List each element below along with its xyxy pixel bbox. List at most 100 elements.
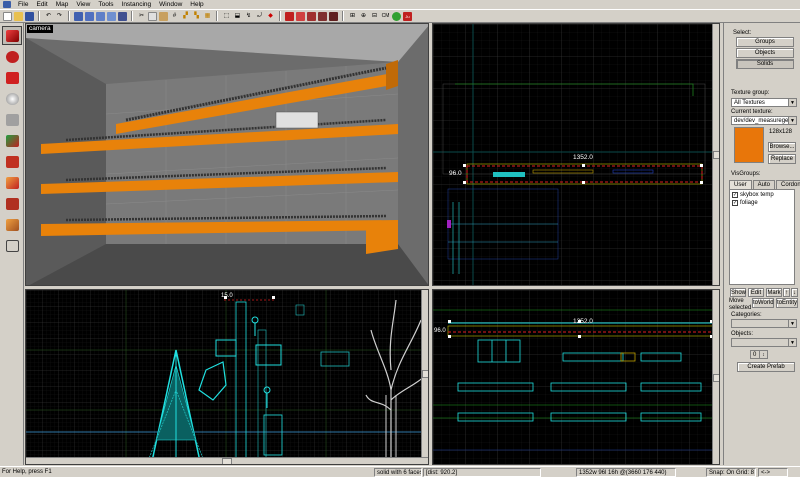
vertex-tool[interactable] bbox=[2, 215, 22, 234]
map-properties-icon[interactable]: ⊟ bbox=[370, 12, 379, 21]
path-tool[interactable] bbox=[2, 236, 22, 255]
cut-icon[interactable]: ✂ bbox=[137, 12, 146, 21]
show-button[interactable]: Show bbox=[730, 288, 746, 297]
tie-to-entity-icon[interactable] bbox=[118, 11, 127, 21]
render-solid-icon[interactable] bbox=[285, 11, 294, 21]
block-tool[interactable] bbox=[2, 110, 22, 129]
decal-tool[interactable] bbox=[2, 173, 22, 192]
top-width-label: 1352.0 bbox=[573, 154, 593, 161]
menu-edit[interactable]: Edit bbox=[32, 0, 51, 9]
carve-icon[interactable] bbox=[74, 11, 83, 21]
tab-cordon[interactable]: Cordon bbox=[776, 180, 800, 189]
flip-icon[interactable]: ↯ bbox=[244, 12, 253, 21]
render-outline-icon[interactable] bbox=[329, 11, 338, 21]
snap-icon[interactable]: ▞ bbox=[181, 12, 190, 21]
prefab-count-spinner[interactable]: 0 ↕ bbox=[750, 350, 768, 359]
clipping-tool[interactable] bbox=[2, 194, 22, 213]
texture-group-select[interactable]: All Textures ▼ bbox=[731, 98, 797, 107]
side-view-grid bbox=[26, 290, 428, 464]
side-viewport-vscroll[interactable] bbox=[421, 290, 428, 457]
menu-view[interactable]: View bbox=[72, 0, 94, 9]
tab-user[interactable]: User bbox=[729, 180, 752, 189]
visible-checkbox[interactable]: ✓ bbox=[732, 200, 738, 206]
scroll-thumb[interactable] bbox=[713, 374, 719, 382]
wireframe-icon[interactable]: ⬚ bbox=[222, 12, 231, 21]
scroll-thumb[interactable] bbox=[422, 370, 428, 378]
front-viewport-vscroll[interactable] bbox=[712, 290, 719, 464]
entity-tool[interactable] bbox=[2, 89, 22, 108]
entity-report-icon[interactable]: ⊞ bbox=[348, 12, 357, 21]
camera-scene bbox=[26, 24, 428, 285]
solids-button[interactable]: Solids bbox=[736, 59, 794, 69]
to-world-button[interactable]: toWorld bbox=[752, 298, 774, 308]
compile-icon[interactable] bbox=[392, 11, 401, 21]
camera-tool[interactable] bbox=[2, 68, 22, 87]
camera-viewport[interactable]: camera bbox=[25, 23, 429, 286]
current-texture-select[interactable]: dev/dev_measuregene ▼ bbox=[731, 116, 797, 125]
browse-button[interactable]: Browse... bbox=[768, 142, 796, 152]
create-prefab-button[interactable]: Create Prefab bbox=[737, 362, 795, 372]
scroll-thumb[interactable] bbox=[222, 458, 232, 464]
toolbar-separator bbox=[68, 11, 70, 21]
texture-lock-icon[interactable]: ▚ bbox=[192, 12, 201, 21]
side-viewport[interactable]: 15.0 bbox=[25, 289, 429, 465]
ungroup-icon[interactable] bbox=[96, 11, 105, 21]
to-entity-button[interactable]: toEntity bbox=[776, 298, 798, 308]
render-textured-icon[interactable] bbox=[296, 11, 305, 21]
objects-select[interactable]: ▼ bbox=[731, 338, 797, 347]
mark-button[interactable]: Mark bbox=[766, 288, 782, 297]
cordon-icon[interactable]: CM bbox=[381, 12, 390, 21]
texture-size-label: 128x128 bbox=[769, 129, 793, 135]
replace-button[interactable]: Replace bbox=[768, 154, 796, 164]
menu-window[interactable]: Window bbox=[155, 0, 186, 9]
check-problems-icon[interactable]: ⊕ bbox=[359, 12, 368, 21]
side-viewport-hscroll[interactable] bbox=[26, 457, 428, 464]
copy-icon[interactable] bbox=[148, 11, 157, 21]
render-flat-icon[interactable] bbox=[318, 11, 327, 21]
run-map-icon[interactable]: Ju bbox=[403, 11, 412, 21]
visgroup-item[interactable]: ✓ skybox temp bbox=[732, 192, 774, 198]
undo-icon[interactable]: ↶ bbox=[44, 12, 53, 21]
menu-instancing[interactable]: Instancing bbox=[118, 0, 156, 9]
front-view-grid bbox=[433, 290, 719, 464]
current-texture-value: dev/dev_measuregene bbox=[734, 118, 796, 124]
top-viewport[interactable]: 1352.0 96.0 bbox=[432, 23, 720, 286]
scroll-thumb[interactable] bbox=[713, 151, 719, 159]
paste-icon[interactable] bbox=[159, 11, 168, 21]
group-icon[interactable] bbox=[85, 11, 94, 21]
magnify-icon bbox=[6, 51, 19, 63]
smaller-grid-icon[interactable]: ▦ bbox=[203, 12, 212, 21]
save-icon[interactable] bbox=[25, 11, 34, 21]
dropdown-arrow-icon: ▼ bbox=[788, 339, 796, 346]
visgroup-item[interactable]: ✓ foliage bbox=[732, 200, 758, 206]
visible-checkbox[interactable]: ✓ bbox=[732, 192, 738, 198]
groups-button[interactable]: Groups bbox=[736, 37, 794, 47]
menu-map[interactable]: Map bbox=[52, 0, 73, 9]
front-viewport[interactable]: 1352.0 96.0 bbox=[432, 289, 720, 465]
open-folder-icon[interactable] bbox=[14, 11, 23, 21]
edit-visgroup-button[interactable]: Edit bbox=[748, 288, 764, 297]
menu-help[interactable]: Help bbox=[186, 0, 207, 9]
move-up-icon[interactable]: ↑ bbox=[783, 288, 790, 297]
grid-icon[interactable]: # bbox=[170, 12, 179, 21]
tab-auto[interactable]: Auto bbox=[752, 180, 776, 189]
hide-icon[interactable] bbox=[107, 11, 116, 21]
magnify-tool[interactable] bbox=[2, 47, 22, 66]
categories-select[interactable]: ▼ bbox=[731, 319, 797, 328]
transform-icon[interactable]: ◆ bbox=[266, 12, 275, 21]
rotate-icon[interactable]: ⤾ bbox=[255, 12, 264, 21]
render-lighting-icon[interactable] bbox=[307, 11, 316, 21]
spinner-arrows-icon: ↕ bbox=[759, 351, 767, 358]
objects-button[interactable]: Objects bbox=[736, 48, 794, 58]
top-viewport-vscroll[interactable] bbox=[712, 24, 719, 285]
menu-file[interactable]: File bbox=[14, 0, 32, 9]
texture-tool[interactable] bbox=[2, 131, 22, 150]
menu-tools[interactable]: Tools bbox=[94, 0, 117, 9]
selection-icon[interactable]: ⬓ bbox=[233, 12, 242, 21]
redo-icon[interactable]: ↷ bbox=[55, 12, 64, 21]
new-file-icon[interactable] bbox=[3, 11, 12, 21]
move-down-icon[interactable]: ↓ bbox=[791, 288, 798, 297]
apply-texture-icon bbox=[6, 156, 19, 168]
apply-texture-tool[interactable] bbox=[2, 152, 22, 171]
selection-tool[interactable] bbox=[2, 26, 22, 45]
